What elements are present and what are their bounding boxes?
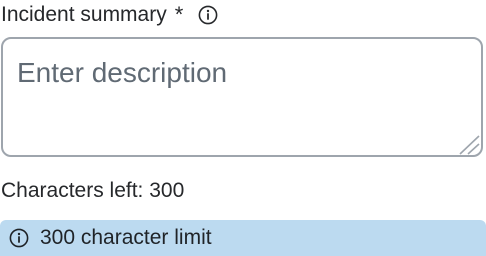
required-marker: * xyxy=(174,2,184,27)
incident-summary-textarea[interactable] xyxy=(1,37,483,157)
character-limit-text: 300 character limit xyxy=(40,226,212,249)
info-circle-icon xyxy=(9,228,29,248)
resize-grip-icon[interactable] xyxy=(457,133,481,155)
help-info-button[interactable] xyxy=(197,4,219,26)
field-label: Incident summary xyxy=(1,3,167,26)
field-label-row: Incident summary * xyxy=(1,2,219,28)
character-limit-notice: 300 character limit xyxy=(0,220,486,256)
characters-left-counter: Characters left: 300 xyxy=(1,179,185,202)
info-circle-icon xyxy=(198,5,218,25)
